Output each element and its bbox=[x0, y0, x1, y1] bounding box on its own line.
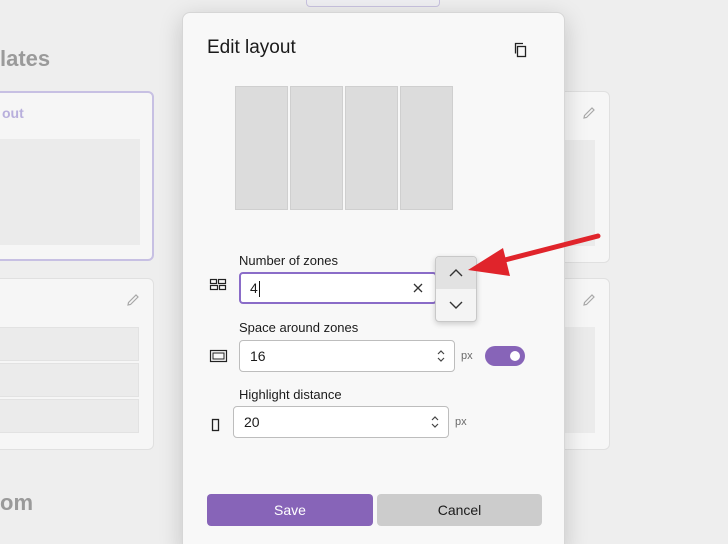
text-caret bbox=[258, 281, 260, 298]
save-button[interactable]: Save bbox=[207, 494, 373, 526]
increment-button[interactable] bbox=[436, 257, 476, 289]
zone-preview bbox=[235, 86, 288, 210]
template-card-selected[interactable]: out bbox=[0, 91, 154, 261]
space-around-zones-toggle[interactable] bbox=[485, 346, 525, 366]
template-card-row bbox=[0, 327, 139, 361]
highlight-distance-value: 20 bbox=[244, 414, 260, 430]
space-unit-label: px bbox=[461, 350, 473, 362]
space-around-zones-label: Space around zones bbox=[239, 320, 359, 335]
chevron-down-icon bbox=[449, 301, 463, 309]
highlight-distance-label: Highlight distance bbox=[239, 387, 342, 402]
template-card-row bbox=[0, 399, 139, 433]
number-of-zones-value: 4 bbox=[250, 280, 258, 296]
spin-chevrons-icon[interactable] bbox=[436, 349, 446, 363]
grid-layout-icon bbox=[209, 278, 227, 291]
space-around-zones-input[interactable]: 16 bbox=[239, 340, 455, 372]
clear-icon[interactable] bbox=[411, 281, 425, 295]
background-heading: lates bbox=[0, 46, 51, 71]
zone-preview bbox=[345, 86, 398, 210]
number-stepper bbox=[435, 256, 477, 322]
pencil-icon[interactable] bbox=[125, 292, 141, 308]
narrow-rectangle-icon bbox=[211, 418, 220, 432]
template-card-preview bbox=[0, 139, 140, 245]
zone-preview bbox=[290, 86, 343, 210]
zone-preview bbox=[400, 86, 453, 210]
space-around-zones-value: 16 bbox=[250, 348, 266, 364]
chevron-up-icon bbox=[449, 269, 463, 277]
copy-icon[interactable] bbox=[513, 41, 529, 59]
template-card[interactable] bbox=[0, 278, 154, 450]
template-card-row bbox=[0, 363, 139, 397]
pencil-icon[interactable] bbox=[581, 292, 597, 308]
template-card-preview bbox=[565, 327, 595, 433]
decrement-button[interactable] bbox=[436, 289, 476, 321]
highlight-unit-label: px bbox=[455, 416, 467, 428]
highlight-distance-input[interactable]: 20 bbox=[233, 406, 449, 438]
edit-layout-dialog: Edit layout Number of zones 4 Space arou… bbox=[182, 12, 565, 544]
background-tab bbox=[306, 0, 440, 7]
zones-preview bbox=[235, 86, 453, 210]
template-card-title: out bbox=[2, 105, 24, 121]
background-heading-custom: om bbox=[0, 490, 33, 515]
spin-chevrons-icon[interactable] bbox=[430, 415, 440, 429]
number-of-zones-input[interactable]: 4 bbox=[239, 272, 437, 304]
dialog-title: Edit layout bbox=[207, 37, 296, 58]
pencil-icon[interactable] bbox=[581, 105, 597, 121]
border-rectangle-icon bbox=[209, 349, 228, 363]
number-of-zones-label: Number of zones bbox=[239, 253, 338, 268]
template-card-preview bbox=[565, 140, 595, 246]
toggle-knob bbox=[510, 351, 520, 361]
cancel-button[interactable]: Cancel bbox=[377, 494, 542, 526]
